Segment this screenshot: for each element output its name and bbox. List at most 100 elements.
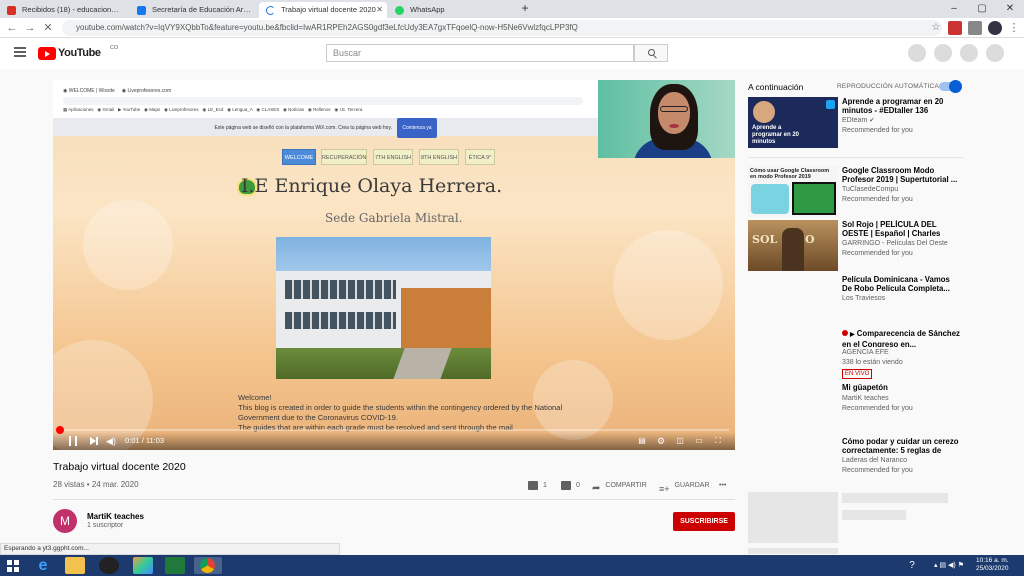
- maximize-button[interactable]: ▢: [968, 0, 996, 18]
- profile-avatar[interactable]: [988, 21, 1002, 35]
- file-explorer-icon[interactable]: [65, 557, 85, 574]
- chrome-taskbar-button[interactable]: [194, 557, 222, 574]
- new-tab-button[interactable]: +: [516, 0, 534, 18]
- school-building-photo: [276, 237, 491, 379]
- chrome-icon: [200, 558, 215, 573]
- fullscreen-icon[interactable]: ⛶: [712, 435, 724, 447]
- minimize-button[interactable]: –: [940, 0, 968, 18]
- like-button[interactable]: 1: [528, 478, 547, 494]
- live-badge: EN VIVO: [842, 369, 873, 379]
- browser-menu-icon[interactable]: ⋮: [1006, 20, 1022, 36]
- back-arrow-icon[interactable]: ←: [4, 20, 20, 36]
- dislike-button[interactable]: 0: [561, 478, 580, 494]
- channel-name[interactable]: MartiK teaches: [87, 512, 144, 521]
- subscribe-button[interactable]: SUSCRIBIRSE: [673, 512, 735, 531]
- audio-icon: ▶: [850, 332, 855, 338]
- loading-placeholder: [842, 493, 948, 503]
- tab-label: Trabajo virtual docente 2020: [281, 5, 376, 14]
- dislike-count: 0: [576, 482, 580, 489]
- header-icon-placeholder[interactable]: [934, 44, 952, 62]
- video-thumbnail[interactable]: SOL ROJO: [748, 220, 838, 271]
- windows-taskbar: e ? ▴ ▤ ◀) ⚑ 10:16 a. m. 25/03/2020: [0, 555, 1024, 576]
- system-tray-icons[interactable]: ▴ ▤ ◀) ⚑: [924, 557, 974, 574]
- toggle-knob: [949, 80, 962, 93]
- header-icon-placeholder[interactable]: [960, 44, 978, 62]
- url-text: youtube.com/watch?v=IqVY9XQbbTo&feature=…: [76, 23, 578, 32]
- autoplay-toggle[interactable]: [939, 80, 962, 93]
- status-text: Esperando a yt3.ggpht.com...: [4, 545, 89, 552]
- taskbar-clock[interactable]: 10:16 a. m. 25/03/2020: [976, 557, 1009, 573]
- tab-gmail[interactable]: Recibidos (18) - educacion@arm: [0, 2, 130, 18]
- share-label: COMPARTIR: [605, 482, 647, 489]
- wix-banner-text: Este página web se diseñó con la platafo…: [214, 125, 392, 131]
- internet-explorer-icon[interactable]: e: [33, 557, 53, 574]
- site-nav-item: 7TH ENGLISH: [373, 149, 413, 165]
- progress-bar[interactable]: [56, 426, 729, 434]
- forward-arrow-icon[interactable]: →: [22, 20, 38, 36]
- rec-channel-name: EDteam: [842, 117, 868, 124]
- settings-gear-icon[interactable]: ⚙: [655, 435, 667, 447]
- rec-title: Cómo podar y cuidar un cerezo correctame…: [842, 437, 959, 455]
- volume-icon[interactable]: ◀): [105, 435, 117, 447]
- recommended-video[interactable]: ▶ Comparecencia de Sánchez en el Congres…: [748, 329, 963, 381]
- video-thumbnail[interactable]: Aprende a programar en 20 minutos: [748, 97, 838, 148]
- windows-start-icon[interactable]: [7, 560, 19, 572]
- playlist-add-icon: ≡+: [659, 483, 670, 494]
- tab-youtube-active[interactable]: Trabajo virtual docente 2020 ✕: [259, 2, 387, 18]
- search-input[interactable]: Buscar: [326, 44, 634, 62]
- save-button[interactable]: ≡+ GUARDAR: [659, 478, 710, 494]
- loading-placeholder: [748, 548, 838, 554]
- extension-icon[interactable]: [968, 21, 982, 35]
- header-icon-placeholder[interactable]: [908, 44, 926, 62]
- video-thumbnail[interactable]: Cómo usar Google Classroom en modo Profe…: [748, 166, 838, 217]
- stop-loading-icon[interactable]: ✕: [40, 20, 56, 36]
- channel-avatar[interactable]: M: [53, 509, 77, 533]
- video-player[interactable]: ◉ WELCOME | Wixsite ◉ Liveprofesores.com…: [53, 80, 735, 450]
- excel-icon[interactable]: [165, 557, 185, 574]
- site-subtitle: Sede Gabriela Mistral.: [325, 211, 463, 225]
- recommended-video[interactable]: Cómo podar y cuidar un cerezo correctame…: [748, 437, 963, 489]
- recommended-video[interactable]: Cómo usar Google Classroom en modo Profe…: [748, 166, 963, 218]
- site-nav-item: ÉTICA 9°: [465, 149, 495, 165]
- site-nav-item: RECUPERACIÓN: [321, 149, 367, 165]
- thumbs-up-icon: [528, 480, 538, 490]
- more-actions-icon[interactable]: •••: [719, 478, 726, 494]
- rec-meta: Recommended for you: [842, 196, 913, 203]
- next-icon[interactable]: [90, 437, 98, 445]
- video-title: Trabajo virtual docente 2020: [53, 461, 186, 473]
- rec-channel: AGENCIA EFE: [842, 349, 889, 356]
- recommended-video[interactable]: Aprende a programar en 20 minutos Aprend…: [748, 97, 963, 149]
- recorded-bookmarks: ▦ Aplicaciones ◉ Gmail ▶ YouTube ◉ Maps …: [63, 107, 363, 112]
- verified-check-icon: ✔: [869, 118, 875, 124]
- paint-icon[interactable]: [133, 557, 153, 574]
- close-window-button[interactable]: ✕: [996, 0, 1024, 18]
- header-avatar-placeholder[interactable]: [986, 44, 1004, 62]
- tab-close-icon[interactable]: ✕: [376, 2, 383, 18]
- recommended-video[interactable]: Película Dominicana - Vamos De Robo Pelí…: [748, 275, 963, 327]
- help-icon[interactable]: ?: [905, 557, 919, 574]
- rec-channel: Laderas del Naranco: [842, 457, 907, 464]
- subtitles-icon[interactable]: ▤: [636, 435, 648, 447]
- media-player-icon[interactable]: [99, 557, 119, 574]
- pause-icon[interactable]: [69, 436, 77, 446]
- share-arrow-icon: ➦: [592, 482, 601, 494]
- tab-secretaria[interactable]: Secretaría de Educación Armenia: [130, 2, 258, 18]
- recommended-video[interactable]: SOL ROJO Sol Rojo | PELÍCULA DEL OESTE |…: [748, 220, 963, 272]
- miniplayer-icon[interactable]: ◫: [674, 435, 686, 447]
- tab-whatsapp[interactable]: WhatsApp: [388, 2, 516, 18]
- facebook-icon: [137, 6, 146, 15]
- share-button[interactable]: ➦ COMPARTIR: [592, 478, 647, 494]
- tab-label: Secretaría de Educación Armenia: [152, 5, 258, 14]
- loading-spinner-icon: [266, 6, 275, 15]
- extension-icon[interactable]: [948, 21, 962, 35]
- hamburger-menu-icon[interactable]: [14, 47, 26, 57]
- url-field[interactable]: youtube.com/watch?v=IqVY9XQbbTo&feature=…: [62, 20, 942, 36]
- tab-label: WhatsApp: [410, 5, 445, 14]
- loading-placeholder: [748, 492, 838, 543]
- like-count: 1: [543, 482, 547, 489]
- search-icon: [648, 49, 655, 56]
- search-button[interactable]: [634, 44, 668, 62]
- theater-mode-icon[interactable]: ▭: [693, 435, 705, 447]
- bookmark-star-icon[interactable]: ☆: [928, 20, 944, 36]
- recommended-video[interactable]: Mi güapetón MartiK teaches Recommended f…: [748, 383, 963, 435]
